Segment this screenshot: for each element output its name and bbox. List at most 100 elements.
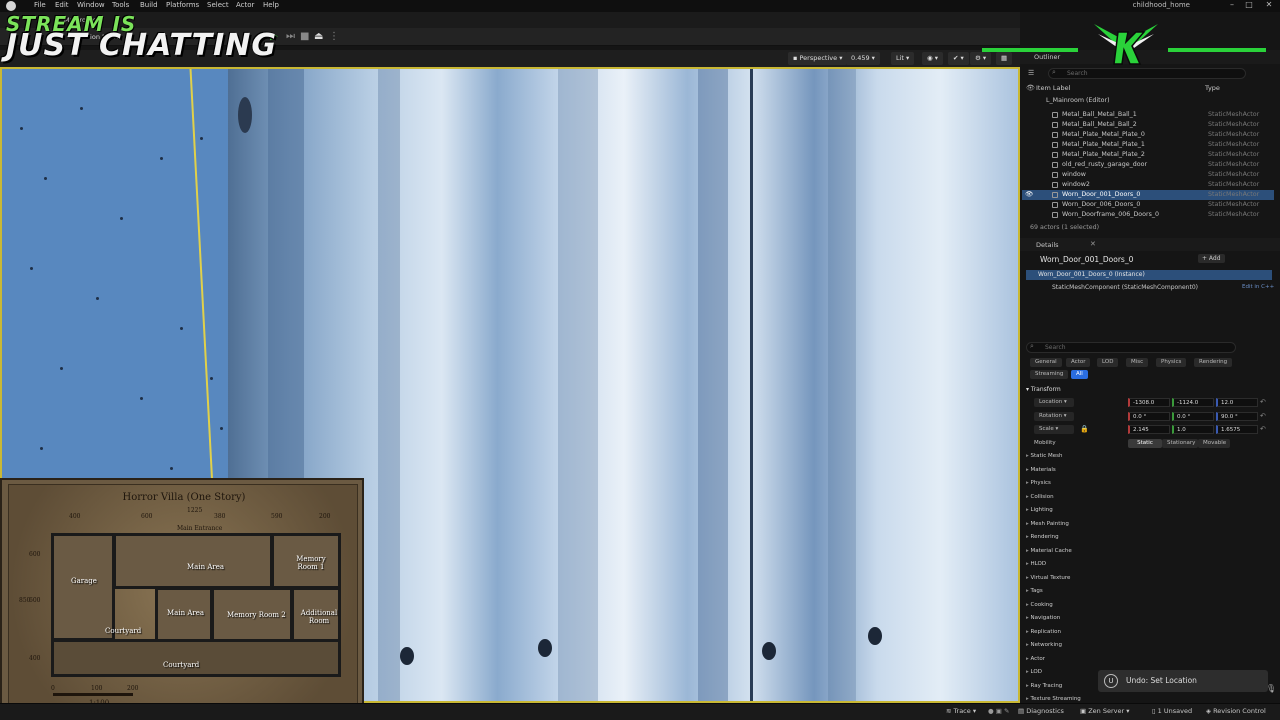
location-x-field[interactable]: -1308.0 [1128, 398, 1170, 407]
details-tab-rendering[interactable]: Rendering [1194, 358, 1233, 367]
scale-y-field[interactable]: 1.0 [1172, 425, 1214, 434]
lit-button[interactable]: Lit ▾ [891, 52, 915, 65]
microphone-icon[interactable]: 🎙 [1266, 684, 1276, 693]
rotation-x-field[interactable]: 0.0 ° [1128, 412, 1170, 421]
details-tab-all[interactable]: All [1071, 370, 1088, 379]
menu-tools[interactable]: Tools [112, 1, 129, 9]
outliner-row[interactable]: Metal_Plate_Metal_Plate_1 StaticMeshActor [1022, 140, 1274, 150]
details-category[interactable]: Collision [1026, 491, 1054, 504]
outliner-row[interactable]: Worn_Door_006_Doors_0 StaticMeshActor [1022, 200, 1274, 210]
filter-icon[interactable]: ☰ [1028, 69, 1034, 77]
details-category[interactable]: Replication [1026, 626, 1061, 639]
menu-help[interactable]: Help [263, 1, 279, 9]
details-category[interactable]: Lighting [1026, 504, 1053, 517]
details-category[interactable]: Materials [1026, 464, 1056, 477]
close-tab-icon[interactable]: ✕ [1090, 240, 1096, 248]
fov-button[interactable]: 0.459 ▾ [846, 52, 880, 65]
outliner-col-label[interactable]: Item Label [1036, 84, 1070, 92]
edit-cpp-link[interactable]: Edit in C++ [1242, 284, 1274, 290]
minimize-icon[interactable]: – [1225, 0, 1239, 11]
component-label[interactable]: StaticMeshComponent (StaticMeshComponent… [1052, 284, 1198, 291]
details-category[interactable]: Networking [1026, 639, 1062, 652]
details-category[interactable]: LOD [1026, 666, 1042, 679]
details-category[interactable]: Navigation [1026, 612, 1061, 625]
menu-actor[interactable]: Actor [236, 1, 254, 9]
details-category[interactable]: Static Mesh [1026, 450, 1063, 463]
more-options-icon[interactable]: ⋮ [329, 31, 339, 42]
location-z-field[interactable]: 12.0 [1216, 398, 1258, 407]
trace-button[interactable]: ≋ Trace ▾ [946, 707, 976, 715]
reset-scale-icon[interactable]: ↶ [1260, 425, 1266, 433]
settings-icon[interactable]: ⚙ ▾ [970, 52, 992, 65]
revision-control-button[interactable]: ◈ Revision Control [1206, 707, 1266, 715]
mobility-stationary[interactable]: Stationary [1162, 439, 1198, 448]
details-category[interactable]: Virtual Texture [1026, 572, 1071, 585]
layout-icon[interactable]: ▦ [996, 52, 1013, 65]
outliner-row[interactable]: Worn_Doorframe_006_Doors_0 StaticMeshActo… [1022, 210, 1274, 220]
details-tab-streaming[interactable]: Streaming [1030, 370, 1069, 379]
scale-z-field[interactable]: 1.6575 [1216, 425, 1258, 434]
outliner-row[interactable]: Metal_Plate_Metal_Plate_2 StaticMeshActor [1022, 150, 1274, 160]
details-category[interactable]: Tags [1026, 585, 1043, 598]
mobility-movable[interactable]: Movable [1198, 439, 1230, 448]
details-tab-physics[interactable]: Physics [1156, 358, 1187, 367]
details-search-input[interactable]: Search [1026, 342, 1236, 353]
location-dropdown[interactable]: Location ▾ [1034, 398, 1074, 407]
outliner-row[interactable]: Metal_Ball_Metal_Ball_1 StaticMeshActor [1022, 110, 1274, 120]
details-category[interactable]: Rendering [1026, 531, 1059, 544]
menu-build[interactable]: Build [140, 1, 158, 9]
add-component-button[interactable]: + Add [1198, 254, 1225, 263]
stop-icon[interactable]: ■ [300, 31, 309, 42]
menu-file[interactable]: File [34, 1, 46, 9]
details-category[interactable]: Physics [1026, 477, 1051, 490]
outliner-root[interactable]: L_Mainroom (Editor) [1046, 97, 1110, 104]
details-tab-misc[interactable]: Misc [1126, 358, 1149, 367]
reset-rotation-icon[interactable]: ↶ [1260, 412, 1266, 420]
details-category[interactable]: HLOD [1026, 558, 1047, 571]
zen-server-button[interactable]: ▣ Zen Server ▾ [1080, 707, 1130, 715]
menu-window[interactable]: Window [77, 1, 105, 9]
step-icon[interactable]: ⏭ [286, 31, 295, 42]
outliner-row[interactable]: Metal_Plate_Metal_Plate_0 StaticMeshActor [1022, 130, 1274, 140]
mobility-static[interactable]: Static [1128, 439, 1162, 448]
details-category[interactable]: Material Cache [1026, 545, 1072, 558]
details-tab[interactable]: Details ✕ [1020, 238, 1280, 251]
maximize-icon[interactable]: □ [1242, 0, 1256, 11]
lock-icon[interactable]: 🔒 [1080, 425, 1089, 433]
unsaved-button[interactable]: ▯ 1 Unsaved [1152, 707, 1192, 715]
rotation-z-field[interactable]: 90.0 ° [1216, 412, 1258, 421]
menu-platforms[interactable]: Platforms [166, 1, 199, 9]
perspective-button[interactable]: ▪ Perspective ▾ [788, 52, 848, 65]
details-category[interactable]: Cooking [1026, 599, 1053, 612]
scale-x-field[interactable]: 2.145 [1128, 425, 1170, 434]
details-category[interactable]: Ray Tracing [1026, 680, 1063, 693]
menu-select[interactable]: Select [207, 1, 229, 9]
details-category[interactable]: Mesh Painting [1026, 518, 1069, 531]
details-tab-actor[interactable]: Actor [1066, 358, 1091, 367]
realtime-icon[interactable]: ✔ ▾ [948, 52, 969, 65]
location-y-field[interactable]: -1124.0 [1172, 398, 1214, 407]
outliner-row[interactable]: window StaticMeshActor [1022, 170, 1274, 180]
outliner-col-type[interactable]: Type [1205, 84, 1220, 92]
details-category[interactable]: Actor [1026, 653, 1045, 666]
visibility-icon[interactable]: 👁 [1025, 190, 1033, 200]
diagnostics-button[interactable]: ▤ Diagnostics [1018, 707, 1064, 715]
outliner-row[interactable]: Metal_Ball_Metal_Ball_2 StaticMeshActor [1022, 120, 1274, 130]
menu-edit[interactable]: Edit [55, 1, 69, 9]
show-icon[interactable]: ◉ ▾ [922, 52, 944, 65]
close-window-icon[interactable]: ✕ [1262, 0, 1276, 11]
scale-dropdown[interactable]: Scale ▾ [1034, 425, 1074, 434]
rotation-y-field[interactable]: 0.0 ° [1172, 412, 1214, 421]
rotation-dropdown[interactable]: Rotation ▾ [1034, 412, 1074, 421]
eject-icon[interactable]: ⏏ [314, 31, 323, 42]
record-icons[interactable]: ● ▣ ✎ [988, 707, 1009, 715]
unreal-logo-icon[interactable] [6, 1, 16, 11]
reset-location-icon[interactable]: ↶ [1260, 398, 1266, 406]
outliner-search-input[interactable]: Search [1048, 68, 1246, 79]
outliner-row[interactable]: old_red_rusty_garage_door StaticMeshActor [1022, 160, 1274, 170]
details-actor-name[interactable]: Worn_Door_001_Doors_0 [1040, 255, 1133, 264]
outliner-row[interactable]: 👁 Worn_Door_001_Doors_0 StaticMeshActor [1022, 190, 1274, 200]
outliner-row[interactable]: window2 StaticMeshActor [1022, 180, 1274, 190]
details-tab-general[interactable]: General [1030, 358, 1062, 367]
details-tab-lod[interactable]: LOD [1097, 358, 1119, 367]
